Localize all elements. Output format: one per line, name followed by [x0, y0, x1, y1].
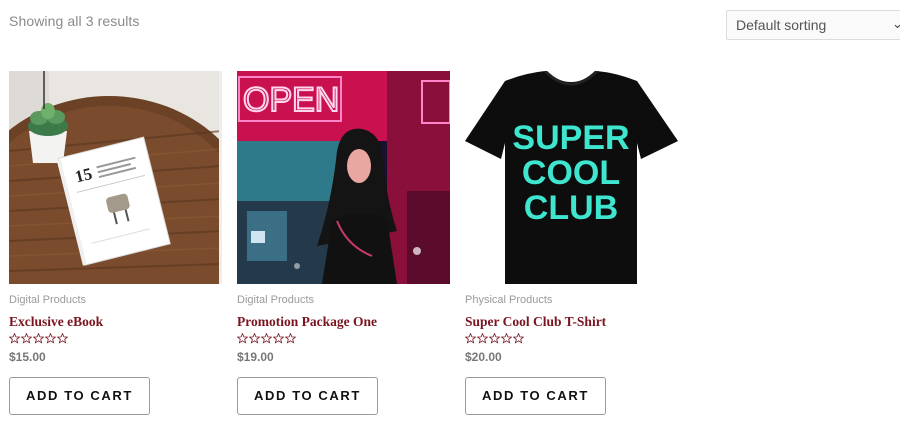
- product-category[interactable]: Physical Products: [465, 294, 678, 308]
- sorting-selected-value: Default sorting: [736, 17, 827, 33]
- star-icon: [249, 333, 260, 344]
- star-icon: [237, 333, 248, 344]
- tshirt-print-line-1: SUPER: [512, 119, 629, 157]
- star-icon: [9, 333, 20, 344]
- add-to-cart-button[interactable]: ADD TO CART: [465, 377, 606, 415]
- star-icon: [501, 333, 512, 344]
- star-icon: [45, 333, 56, 344]
- product-price: $20.00: [465, 350, 502, 364]
- star-icon: [57, 333, 68, 344]
- add-to-cart-button[interactable]: ADD TO CART: [237, 377, 378, 415]
- tshirt-print-line-2: COOL: [522, 154, 620, 192]
- product-image-ebook[interactable]: 15: [9, 71, 222, 284]
- product-category[interactable]: Digital Products: [9, 294, 222, 308]
- product-price: $19.00: [237, 350, 274, 364]
- product-price: $15.00: [9, 350, 46, 364]
- star-icon: [273, 333, 284, 344]
- product-card: 15 Digital Products Exclusive eBook $15.…: [9, 71, 222, 415]
- product-image-promotion[interactable]: OPEN: [237, 71, 450, 284]
- product-title[interactable]: Super Cool Club T-Shirt: [465, 314, 678, 330]
- product-title[interactable]: Exclusive eBook: [9, 314, 222, 330]
- star-icon: [21, 333, 32, 344]
- results-count: Showing all 3 results: [9, 13, 140, 29]
- product-title[interactable]: Promotion Package One: [237, 314, 450, 330]
- star-rating: [9, 333, 222, 347]
- star-icon: [489, 333, 500, 344]
- tshirt-print-line-3: CLUB: [524, 189, 618, 227]
- star-icon: [477, 333, 488, 344]
- sorting-select[interactable]: Default sorting ⌄: [726, 10, 900, 40]
- chevron-down-icon: ⌄: [892, 16, 900, 31]
- product-card: OPEN Digital Products Promotion Package …: [237, 71, 450, 415]
- product-image-tshirt[interactable]: SUPER COOL CLUB: [465, 71, 678, 284]
- product-card: SUPER COOL CLUB Physical Products Super …: [465, 71, 678, 415]
- neon-sign-text: OPEN: [243, 81, 339, 119]
- add-to-cart-button[interactable]: ADD TO CART: [9, 377, 150, 415]
- star-icon: [261, 333, 272, 344]
- star-icon: [513, 333, 524, 344]
- star-icon: [33, 333, 44, 344]
- product-category[interactable]: Digital Products: [237, 294, 450, 308]
- star-rating: [237, 333, 450, 347]
- star-icon: [465, 333, 476, 344]
- star-icon: [285, 333, 296, 344]
- star-rating: [465, 333, 678, 347]
